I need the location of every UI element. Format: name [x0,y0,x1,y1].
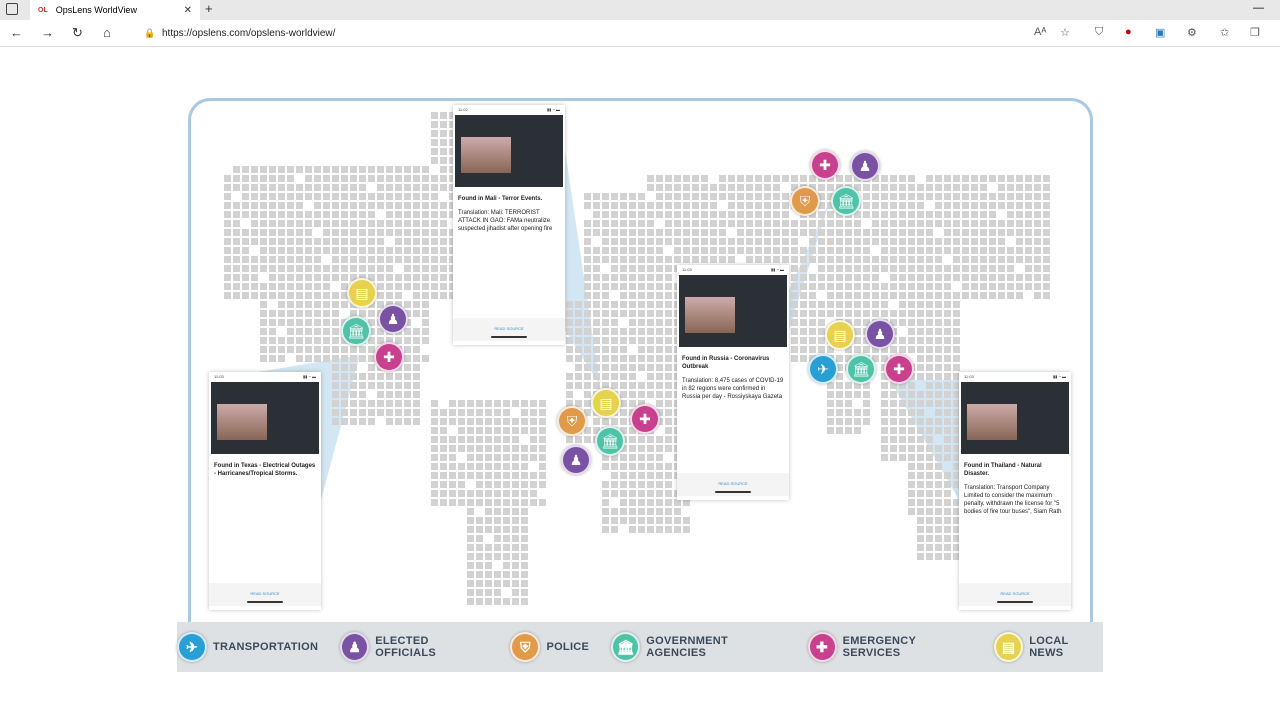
legend: ✈ TRANSPORTATION ♟ ELECTED OFFICIALS ⛨ POLICE… [177,622,1103,672]
legend-item-elected-officials: ♟ ELECTED OFFICIALS [340,632,488,662]
card-translation: Translation: 8,475 cases of COVID-19 in … [682,378,784,400]
phone-status-bar: 11:03 ▮▮ ◔ ▬ [214,374,316,379]
local-news-marker[interactable]: ▤ [591,388,621,418]
legend-label: ELECTED OFFICIALS [375,635,437,659]
local-news-marker[interactable]: ▤ [825,320,855,350]
legend-label: POLICE [546,641,590,653]
article-screenshot [455,115,563,187]
card-title: Found in Texas - Electrical Outages - Ha… [214,463,316,477]
card-translation: Translation: Mali: TERRORIST ATTACK IN G… [458,210,553,232]
emergency-services-marker[interactable]: ✚ [810,150,840,180]
news-card-mali: 11:02 ▮▮ ◔ ▬ Found in Mali - Terror Event… [453,105,565,345]
card-title: Found in Thailand - Natural Disaster. [964,463,1042,477]
news-card-texas: 11:03 ▮▮ ◔ ▬ Found in Texas - Electrical … [209,372,321,610]
legend-label: TRANSPORTATION [213,641,319,653]
local-news-marker[interactable]: ▤ [347,278,377,308]
article-screenshot [679,275,787,347]
government-agencies-marker[interactable]: 🏛 [595,426,625,456]
phone-status-bar: 11:03 ▮▮ ◔ ▬ [682,267,784,272]
phone-status-bar: 11:03 ▮▮ ◔ ▬ [964,374,1066,379]
elected-officials-marker[interactable]: ♟ [850,151,880,181]
podium-icon: ♟ [340,632,370,662]
building-icon: 🏛 [611,632,641,662]
ambulance-icon: ✚ [807,632,837,662]
government-agencies-marker[interactable]: 🏛 [846,354,876,384]
news-card-thailand: 11:03 ▮▮ ◔ ▬ Found in Thailand - Natural … [959,372,1071,610]
legend-item-local-news: ▤ LOCAL NEWS [994,632,1103,662]
legend-item-emergency-services: ✚ EMERGENCY SERVICES [807,632,973,662]
newspaper-icon: ▤ [994,632,1024,662]
emergency-services-marker[interactable]: ✚ [630,404,660,434]
card-title: Found in Russia - Coronavirus Outbreak [682,356,770,370]
card-translation [209,480,321,488]
card-title: Found in Mali - Terror Events. [458,196,543,202]
read-source-link[interactable]: READ SOURCE [209,583,321,606]
read-source-link[interactable]: READ SOURCE [677,473,789,496]
legend-label: LOCAL NEWS [1029,635,1069,659]
legend-item-police: ⛨ POLICE [510,632,589,662]
phone-status-bar: 11:02 ▮▮ ◔ ▬ [458,107,560,112]
elected-officials-marker[interactable]: ♟ [561,445,591,475]
map-frame [188,98,1093,638]
police-marker[interactable]: ⛨ [790,186,820,216]
article-screenshot [211,382,319,454]
police-marker[interactable]: ⛨ [557,406,587,436]
card-translation: Translation: Transport Company Limited t… [964,485,1062,515]
read-source-link[interactable]: READ SOURCE [453,318,565,341]
read-source-link[interactable]: READ SOURCE [959,583,1071,606]
transportation-marker[interactable]: ✈ [808,354,838,384]
government-agencies-marker[interactable]: 🏛 [341,316,371,346]
airplane-icon: ✈ [177,632,207,662]
badge-icon: ⛨ [510,632,541,662]
government-agencies-marker[interactable]: 🏛 [831,186,861,216]
elected-officials-marker[interactable]: ♟ [378,304,408,334]
emergency-services-marker[interactable]: ✚ [374,342,404,372]
legend-label: EMERGENCY SERVICES [842,635,916,659]
legend-label: GOVERNMENT AGENCIES [646,635,729,659]
legend-item-transportation: ✈ TRANSPORTATION [177,632,318,662]
emergency-services-marker[interactable]: ✚ [884,354,914,384]
elected-officials-marker[interactable]: ♟ [865,319,895,349]
article-screenshot [961,382,1069,454]
legend-item-government-agencies: 🏛 GOVERNMENT AGENCIES [611,632,785,662]
news-card-russia: 11:03 ▮▮ ◔ ▬ Found in Russia - Coronaviru… [677,265,789,500]
